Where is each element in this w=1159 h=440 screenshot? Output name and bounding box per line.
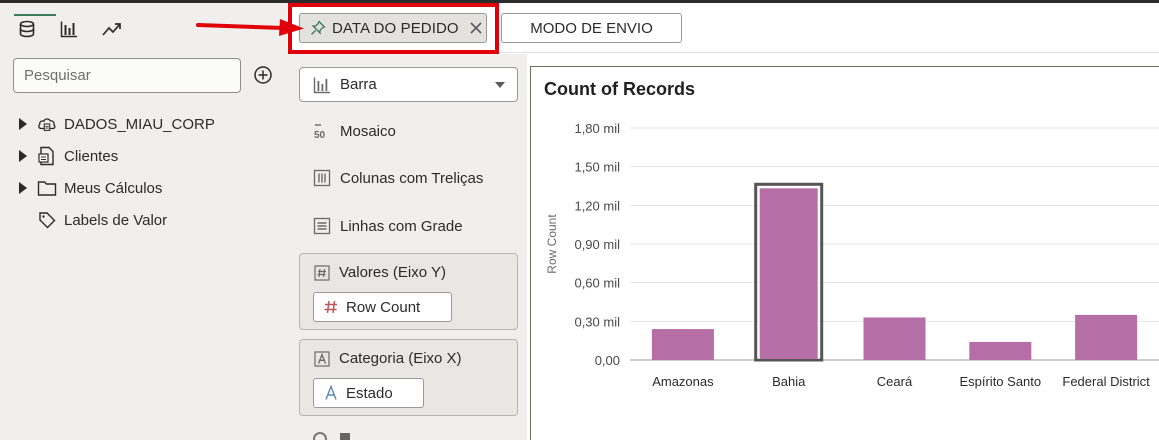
- tag-icon: [37, 210, 57, 230]
- bar: [759, 188, 818, 359]
- cloud-dataset-icon: [37, 114, 57, 134]
- viz-option-linhas-grade[interactable]: Linhas com Grade: [313, 215, 463, 237]
- viz-type-select[interactable]: Barra: [299, 67, 518, 102]
- section-title: Valores (Eixo Y): [339, 264, 446, 281]
- chevron-down-icon: [495, 82, 505, 88]
- search-field[interactable]: [13, 58, 241, 93]
- tree-item-dados-miau-corp[interactable]: DADOS_MIAU_CORP: [16, 108, 215, 140]
- tab-data[interactable]: [14, 14, 56, 44]
- caret-right-icon[interactable]: [16, 181, 30, 195]
- section-header: Valores (Eixo Y): [314, 264, 446, 281]
- data-tree: DADOS_MIAU_CORP Clientes Meus Cálculos L…: [16, 108, 215, 236]
- attribute-pill-estado[interactable]: Estado: [313, 378, 424, 408]
- truncated-label: [340, 433, 350, 440]
- trend-icon: [102, 23, 121, 36]
- x-tick-label: Bahia: [772, 374, 806, 389]
- measure-pill-row-count[interactable]: Row Count: [313, 292, 452, 322]
- bar: [969, 341, 1032, 360]
- viz-option-colunas-trelicas[interactable]: Colunas com Treliças: [313, 167, 483, 189]
- viz-type-label: Barra: [340, 76, 377, 93]
- bar: [863, 317, 926, 360]
- section-header: Categoria (Eixo X): [314, 350, 462, 367]
- bar-chart-icon: [313, 77, 330, 93]
- y-tick-label: 0,30 mil: [574, 314, 620, 329]
- bar: [1075, 314, 1138, 360]
- y-tick-label: 1,80 mil: [574, 121, 620, 136]
- values-y-axis-section[interactable]: Valores (Eixo Y) Row Count: [299, 253, 518, 330]
- viz-option-label: Colunas com Treliças: [340, 169, 484, 187]
- tab-visualizations[interactable]: [56, 14, 98, 44]
- hash-grid-icon: [314, 264, 330, 281]
- viz-option-label: Linhas com Grade: [340, 217, 463, 235]
- tree-item-label: DADOS_MIAU_CORP: [64, 115, 215, 133]
- y-tick-label: 1,20 mil: [574, 198, 620, 213]
- more-icon[interactable]: [313, 432, 327, 440]
- attribute-box-icon: [314, 350, 330, 367]
- folder-icon: [37, 178, 57, 198]
- grid-rows-icon: [313, 217, 331, 235]
- tree-item-label: Clientes: [64, 147, 119, 165]
- tile-icon: 50: [313, 122, 331, 140]
- viz-option-mosaico[interactable]: 50 Mosaico: [313, 120, 396, 142]
- viz-option-label: Mosaico: [340, 122, 396, 140]
- tab-analytics[interactable]: [98, 14, 140, 44]
- y-tick-label: 0,90 mil: [574, 237, 620, 252]
- caret-right-icon[interactable]: [16, 117, 30, 131]
- tree-item-meus-calculos[interactable]: Meus Cálculos: [16, 172, 215, 204]
- pill-label: Estado: [346, 384, 393, 402]
- attribute-a-icon: [323, 385, 339, 401]
- filter-chip-modo-de-envio[interactable]: MODO DE ENVIO: [501, 13, 682, 43]
- annotation-arrow: [196, 19, 304, 36]
- tree-item-labels-de-valor[interactable]: Labels de Valor: [16, 204, 215, 236]
- left-panel-tabs: [14, 14, 140, 44]
- add-icon[interactable]: [252, 64, 274, 86]
- y-axis-title: Row Count: [545, 214, 559, 274]
- search-input[interactable]: [14, 59, 240, 92]
- y-tick-label: 0,00: [595, 353, 620, 368]
- dataset-file-icon: [37, 146, 57, 166]
- database-icon: [19, 20, 35, 38]
- x-tick-label: Amazonas: [652, 374, 714, 389]
- y-tick-label: 1,50 mil: [574, 160, 620, 175]
- chart-title: Count of Records: [544, 79, 695, 99]
- bar-chart-icon: [60, 21, 77, 38]
- filter-chip-label: MODO DE ENVIO: [530, 19, 653, 37]
- trellis-columns-icon: [313, 169, 331, 187]
- y-tick-label: 0,60 mil: [574, 276, 620, 291]
- bar: [651, 329, 714, 360]
- category-x-axis-section[interactable]: Categoria (Eixo X) Estado: [299, 339, 518, 416]
- x-tick-label: Ceará: [877, 374, 913, 389]
- highlight-box: [288, 3, 499, 54]
- x-tick-label: Federal District: [1062, 374, 1150, 389]
- x-tick-label: Espírito Santo: [959, 374, 1041, 389]
- section-title: Categoria (Eixo X): [339, 350, 462, 367]
- tree-item-clientes[interactable]: Clientes: [16, 140, 215, 172]
- tree-item-label: Meus Cálculos: [64, 179, 163, 197]
- hash-icon: [323, 299, 339, 315]
- pill-label: Row Count: [346, 298, 421, 316]
- tree-item-label: Labels de Valor: [64, 211, 168, 229]
- caret-right-icon[interactable]: [16, 149, 30, 163]
- svg-text:50: 50: [314, 130, 326, 140]
- bar-chart[interactable]: 0,00 0,30 mil 0,60 mil 0,90 mil 1,20 mil 1,50…: [531, 110, 1159, 410]
